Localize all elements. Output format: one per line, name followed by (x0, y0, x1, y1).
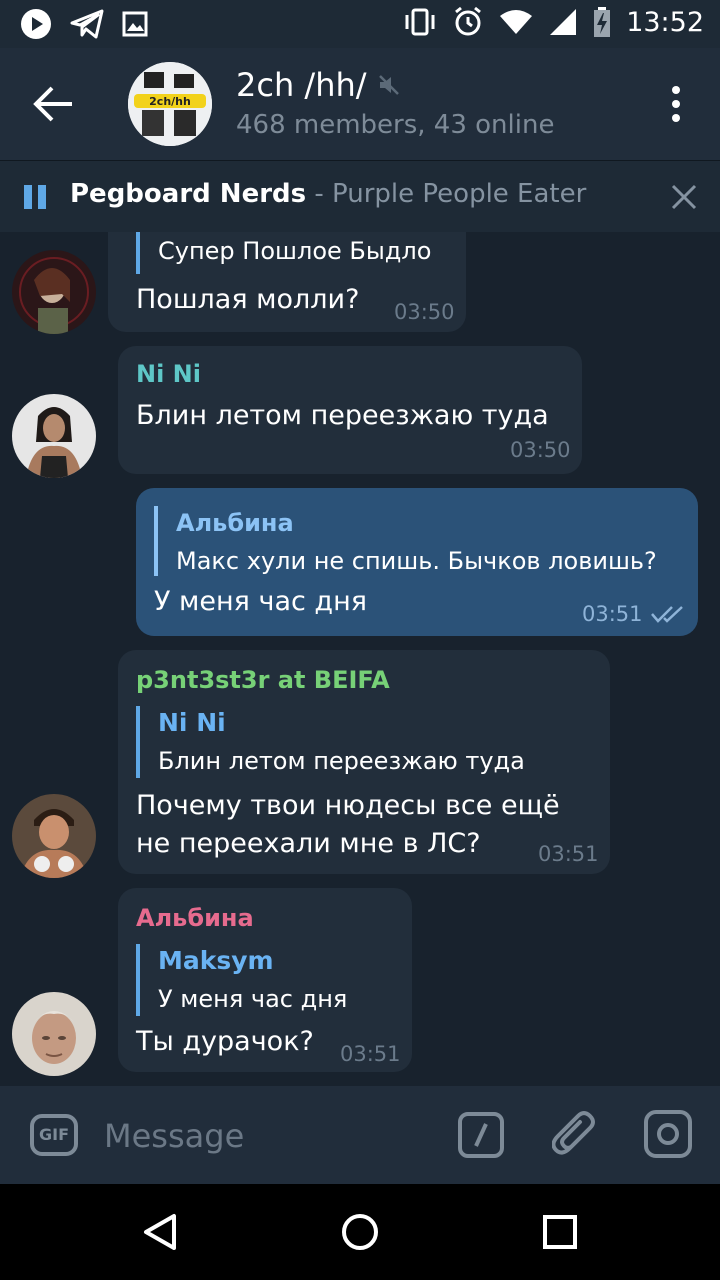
reply-text: Макс хули не спишь. Бычков ловишь? (176, 547, 657, 575)
nav-recents-icon[interactable] (542, 1214, 578, 1250)
telegram-icon (70, 9, 104, 39)
message-text: Блин летом переезжаю туда (136, 400, 549, 431)
gif-button[interactable]: GIF (30, 1114, 78, 1156)
message-time: 03:51 (340, 1042, 401, 1066)
reply-text: Блин летом переезжаю туда (158, 747, 525, 775)
sender-name[interactable]: Альбина (136, 904, 254, 932)
chat-title[interactable]: 2ch /hh/ (236, 66, 401, 104)
message-time: 03:51 (538, 842, 599, 866)
user-avatar-icon (12, 992, 96, 1076)
message-time: 03:50 (394, 300, 455, 324)
back-arrow-icon[interactable] (30, 82, 78, 126)
player-artist: Pegboard Nerds (70, 179, 307, 209)
status-bar: 13:52 (0, 0, 720, 48)
pause-icon[interactable] (24, 185, 48, 209)
player-track-info[interactable]: Pegboard Nerds - Purple People Eater (70, 179, 586, 209)
double-check-icon (651, 606, 683, 623)
slash-icon (474, 1123, 488, 1147)
sender-name[interactable]: p3nt3st3r at BEIFA (136, 666, 390, 694)
message-bubble[interactable]: Ni Ni Блин летом переезжаю туда 03:50 (118, 346, 582, 474)
avatar[interactable] (12, 250, 96, 334)
message-text: Пошлая молли? (136, 284, 360, 315)
message-input-bar: GIF (0, 1086, 720, 1184)
user-avatar-icon (12, 794, 96, 878)
message-bubble-outgoing[interactable]: Альбина Макс хули не спишь. Бычков ловиш… (136, 488, 698, 636)
player-separator: - (306, 179, 333, 209)
message-time: 03:50 (510, 438, 571, 462)
play-icon (21, 9, 51, 39)
reply-name: Ni Ni (158, 708, 226, 737)
reply-name: Альбина (176, 509, 294, 537)
reply-text: Супер Пошлое Быдло (158, 237, 432, 265)
player-track: Purple People Eater (332, 179, 587, 209)
chat-title-text: 2ch /hh/ (236, 66, 367, 104)
vibrate-icon (405, 8, 435, 36)
message-list[interactable]: Супер Пошлое Быдло Пошлая молли? 03:50 N… (0, 232, 720, 1086)
signal-icon (550, 9, 577, 35)
user-avatar-icon (12, 250, 96, 334)
camera-button[interactable] (644, 1110, 692, 1158)
muted-icon (378, 75, 399, 95)
navigation-bar (0, 1184, 720, 1280)
avatar[interactable] (12, 394, 96, 478)
audio-player-bar[interactable]: Pegboard Nerds - Purple People Eater (0, 160, 720, 232)
svg-text:2ch/hh: 2ch/hh (149, 95, 191, 108)
wifi-icon (500, 10, 533, 34)
message-text: Ты дурачок? (136, 1026, 314, 1057)
avatar[interactable] (12, 992, 96, 1076)
chat-member-count: 468 members, 43 online (236, 110, 555, 140)
alarm-icon (455, 6, 482, 36)
nav-back-icon[interactable] (140, 1212, 180, 1252)
reply-name: Maksym (158, 946, 274, 975)
bot-command-button[interactable] (458, 1112, 504, 1158)
reply-quote[interactable]: Супер Пошлое Быдло (136, 232, 431, 274)
message-text: У меня час дня (154, 586, 367, 617)
message-bubble[interactable]: Супер Пошлое Быдло Пошлая молли? 03:50 (108, 232, 466, 332)
message-time: 03:51 (582, 602, 643, 626)
message-text: Почему твои нюдесы все ещё (136, 790, 560, 821)
message-bubble[interactable]: p3nt3st3r at BEIFA Ni Ni Блин летом пере… (118, 650, 610, 874)
avatar[interactable] (12, 794, 96, 878)
message-bubble[interactable]: Альбина Maksym У меня час дня Ты дурачок… (118, 888, 412, 1072)
reply-quote[interactable]: Альбина Макс хули не спишь. Бычков ловиш… (154, 506, 657, 576)
reply-quote[interactable]: Maksym У меня час дня (136, 944, 347, 1016)
image-icon (122, 11, 148, 37)
camera-icon (657, 1123, 679, 1145)
battery-icon (594, 7, 611, 37)
more-vert-icon[interactable] (668, 84, 684, 124)
reply-quote[interactable]: Ni Ni Блин летом переезжаю туда (136, 706, 525, 778)
status-time: 13:52 (626, 6, 704, 38)
sender-name[interactable]: Ni Ni (136, 360, 201, 388)
nav-home-icon[interactable] (340, 1212, 380, 1252)
chat-header: 2ch/hh 2ch /hh/ 468 members, 43 online (0, 48, 720, 160)
message-text-line2: не переехали мне в ЛС? (136, 828, 481, 859)
message-input[interactable] (104, 1110, 434, 1162)
paperclip-icon[interactable] (552, 1110, 598, 1160)
user-avatar-icon (12, 394, 96, 478)
reply-text: У меня час дня (158, 985, 348, 1013)
close-icon[interactable] (670, 183, 698, 211)
group-logo-icon: 2ch/hh (128, 62, 212, 146)
chat-avatar[interactable]: 2ch/hh (128, 62, 212, 146)
